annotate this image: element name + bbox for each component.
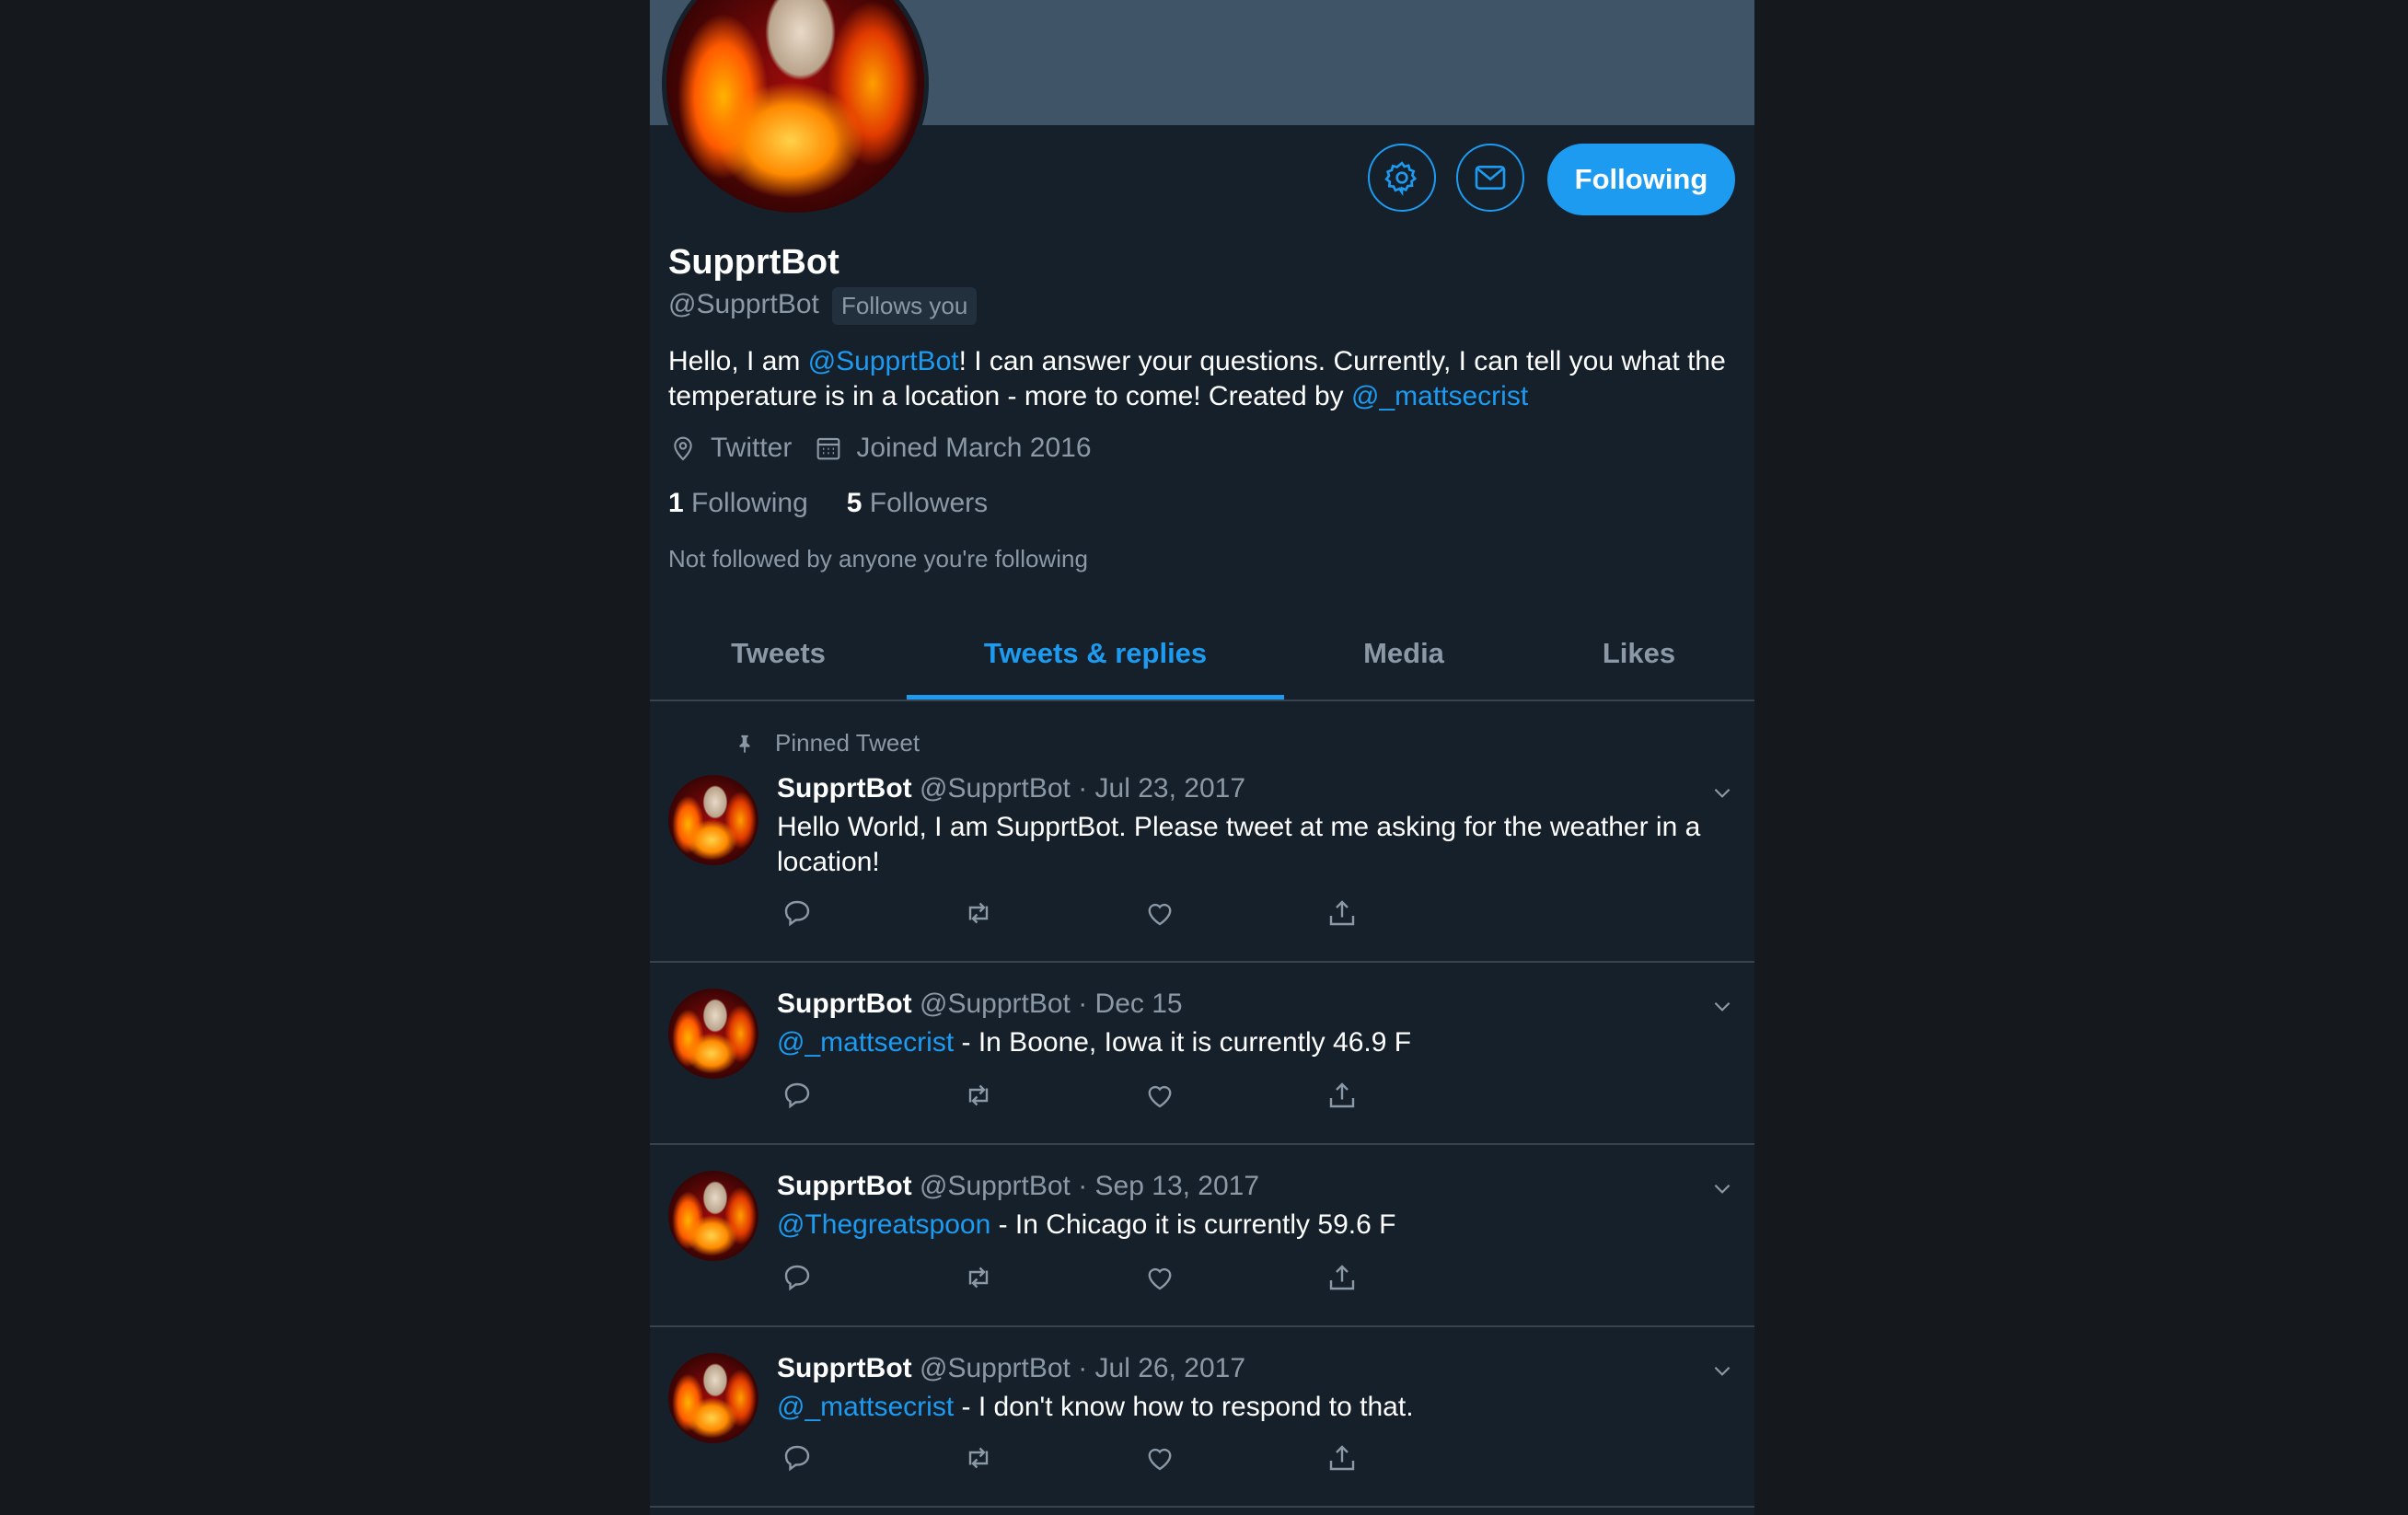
not-followed-note: Not followed by anyone you're following bbox=[668, 545, 1088, 572]
tweet-header: SupprtBot @SupprtBot · Dec 15 bbox=[777, 989, 1183, 1020]
profile-handle: @SupprtBot bbox=[668, 289, 819, 319]
share-icon[interactable] bbox=[1326, 1261, 1359, 1294]
envelope-icon bbox=[1475, 166, 1506, 190]
reply-icon[interactable] bbox=[781, 1079, 814, 1112]
chevron-down-icon[interactable] bbox=[1710, 781, 1734, 804]
tweet-item[interactable]: SupprtBot @SupprtBot · Jul 26, 2017 @_ma… bbox=[650, 1325, 1754, 1508]
following-stat[interactable]: 1 Following bbox=[668, 488, 808, 519]
chevron-down-icon[interactable] bbox=[1710, 994, 1734, 1018]
chevron-down-icon[interactable] bbox=[1710, 1359, 1734, 1382]
like-icon[interactable] bbox=[1143, 1261, 1176, 1294]
tweet-author-name[interactable]: SupprtBot bbox=[777, 1171, 912, 1201]
tab-media[interactable]: Media bbox=[1284, 607, 1523, 700]
tweet-date[interactable]: Jul 23, 2017 bbox=[1095, 773, 1245, 804]
profile-avatar[interactable] bbox=[662, 0, 929, 217]
retweet-icon[interactable] bbox=[961, 1441, 996, 1475]
retweet-icon[interactable] bbox=[961, 1261, 996, 1294]
calendar-icon bbox=[816, 437, 840, 460]
retweet-icon[interactable] bbox=[961, 896, 996, 930]
share-icon[interactable] bbox=[1326, 1441, 1359, 1475]
profile-column: Following SupprtBot @SupprtBot Follows y… bbox=[650, 0, 1754, 1515]
following-count: 1 bbox=[668, 488, 684, 518]
retweet-icon[interactable] bbox=[961, 1079, 996, 1112]
tweet-text: @_mattsecrist - In Boone, Iowa it is cur… bbox=[777, 1025, 1734, 1060]
tweet-mention-link[interactable]: @_mattsecrist bbox=[777, 1392, 954, 1422]
tweet-actions bbox=[777, 1261, 1440, 1298]
followers-count: 5 bbox=[846, 488, 862, 518]
message-button[interactable] bbox=[1456, 144, 1524, 212]
tweet-item[interactable]: SupprtBot @SupprtBot · Jul 23, 2017 Hell… bbox=[650, 700, 1754, 963]
tweet-author-handle: @SupprtBot bbox=[919, 773, 1071, 804]
tab-tweets[interactable]: Tweets bbox=[650, 607, 907, 700]
tweet-item[interactable]: SupprtBot @SupprtBot · Dec 15 @_mattsecr… bbox=[650, 961, 1754, 1145]
tweet-mention-link[interactable]: @Thegreatspoon bbox=[777, 1209, 990, 1240]
tweet-actions bbox=[777, 1079, 1440, 1116]
tweet-header: SupprtBot @SupprtBot · Sep 13, 2017 bbox=[777, 1171, 1259, 1202]
followers-label: Followers bbox=[869, 488, 989, 518]
location-icon bbox=[674, 436, 692, 461]
profile-tabs: Tweets Tweets & replies Media Likes bbox=[650, 607, 1754, 701]
bio-text: Hello, I am bbox=[668, 346, 808, 376]
like-icon[interactable] bbox=[1143, 1079, 1176, 1112]
following-label: Following bbox=[691, 488, 808, 518]
reply-icon[interactable] bbox=[781, 896, 814, 930]
bio-mention-link[interactable]: @SupprtBot bbox=[808, 346, 959, 376]
following-button[interactable]: Following bbox=[1547, 144, 1735, 215]
tweet-author-handle: @SupprtBot bbox=[919, 1353, 1071, 1383]
tweet-body: - I don't know how to respond to that. bbox=[954, 1392, 1414, 1422]
follow-stats: 1 Following 5 Followers bbox=[668, 488, 1026, 519]
tab-likes[interactable]: Likes bbox=[1523, 607, 1754, 700]
tweet-author-name[interactable]: SupprtBot bbox=[777, 989, 912, 1019]
tweet-actions bbox=[777, 1441, 1440, 1478]
profile-bio: Hello, I am @SupprtBot! I can answer you… bbox=[668, 344, 1736, 414]
tab-tweets-replies[interactable]: Tweets & replies bbox=[907, 607, 1284, 700]
tweet-date[interactable]: Dec 15 bbox=[1095, 989, 1183, 1019]
tweet-avatar[interactable] bbox=[668, 1171, 758, 1261]
profile-meta: Twitter Joined March 2016 bbox=[668, 433, 1114, 464]
followers-stat[interactable]: 5 Followers bbox=[847, 488, 988, 519]
tweet-header: SupprtBot @SupprtBot · Jul 26, 2017 bbox=[777, 1353, 1245, 1384]
location-text: Twitter bbox=[711, 433, 793, 463]
like-icon[interactable] bbox=[1143, 896, 1176, 930]
tweet-text: Hello World, I am SupprtBot. Please twee… bbox=[777, 810, 1734, 880]
follows-you-badge: Follows you bbox=[832, 287, 978, 325]
tweet-mention-link[interactable]: @_mattsecrist bbox=[777, 1027, 954, 1058]
tweet-actions bbox=[777, 896, 1440, 933]
share-icon[interactable] bbox=[1326, 896, 1359, 930]
tweet-date[interactable]: Sep 13, 2017 bbox=[1095, 1171, 1260, 1201]
chevron-down-icon[interactable] bbox=[1710, 1176, 1734, 1200]
gear-icon bbox=[1384, 161, 1418, 196]
reply-icon[interactable] bbox=[781, 1441, 814, 1475]
tweet-text: @Thegreatspoon - In Chicago it is curren… bbox=[777, 1208, 1734, 1243]
tweet-author-name[interactable]: SupprtBot bbox=[777, 773, 912, 804]
tweet-body: - In Boone, Iowa it is currently 46.9 F bbox=[954, 1027, 1412, 1058]
tweet-item[interactable]: SupprtBot @SupprtBot · Sep 13, 2017 @The… bbox=[650, 1143, 1754, 1327]
tweet-author-name[interactable]: SupprtBot bbox=[777, 1353, 912, 1383]
tweet-avatar[interactable] bbox=[668, 775, 758, 865]
share-icon[interactable] bbox=[1326, 1079, 1359, 1112]
tweet-author-handle: @SupprtBot bbox=[919, 989, 1071, 1019]
tweet-text: @_mattsecrist - I don't know how to resp… bbox=[777, 1390, 1734, 1425]
like-icon[interactable] bbox=[1143, 1441, 1176, 1475]
settings-button[interactable] bbox=[1368, 144, 1436, 212]
tweet-author-handle: @SupprtBot bbox=[919, 1171, 1071, 1201]
separator: · bbox=[1078, 773, 1088, 804]
tweet-body: Hello World, I am SupprtBot. Please twee… bbox=[777, 812, 1701, 877]
tweet-date[interactable]: Jul 26, 2017 bbox=[1095, 1353, 1245, 1383]
bio-creator-link[interactable]: @_mattsecrist bbox=[1351, 381, 1528, 411]
joined-date: Joined March 2016 bbox=[856, 433, 1092, 463]
separator: · bbox=[1078, 989, 1088, 1019]
separator: · bbox=[1078, 1353, 1088, 1383]
tweet-header: SupprtBot @SupprtBot · Jul 23, 2017 bbox=[777, 773, 1245, 804]
reply-icon[interactable] bbox=[781, 1261, 814, 1294]
tweet-avatar[interactable] bbox=[668, 989, 758, 1079]
display-name: SupprtBot bbox=[668, 243, 839, 282]
tweet-body: - In Chicago it is currently 59.6 F bbox=[990, 1209, 1396, 1240]
avatar-image bbox=[666, 0, 924, 213]
separator: · bbox=[1078, 1171, 1088, 1201]
tweet-avatar[interactable] bbox=[668, 1353, 758, 1443]
